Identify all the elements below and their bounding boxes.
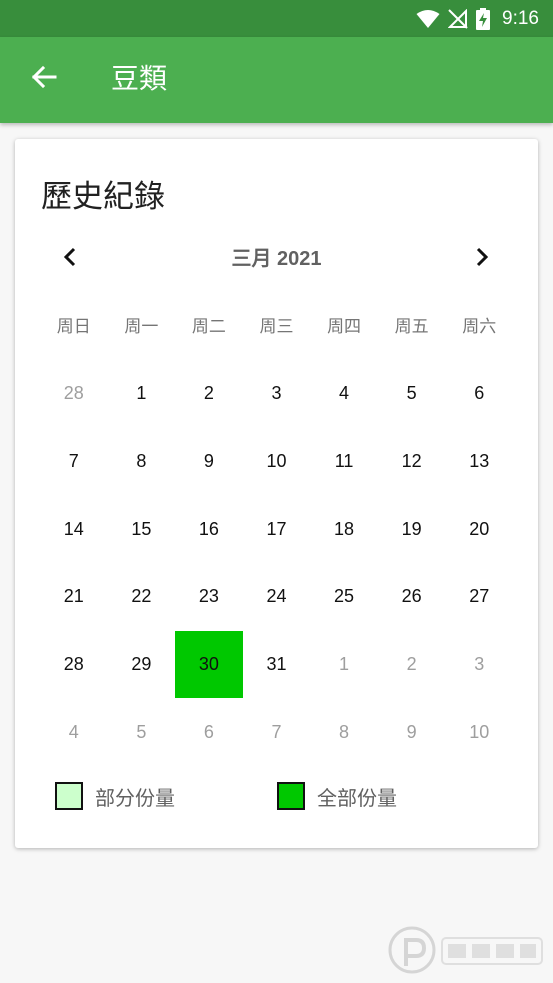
app-bar: 豆類 — [0, 37, 553, 123]
calendar-day[interactable]: 21 — [40, 563, 108, 631]
calendar-day[interactable]: 15 — [108, 495, 176, 563]
calendar-day[interactable]: 28 — [40, 631, 108, 699]
calendar-day-other-month[interactable]: 2 — [378, 631, 446, 699]
calendar-day[interactable]: 14 — [40, 495, 108, 563]
weekday-label: 周三 — [259, 317, 294, 337]
calendar-day-other-month[interactable]: 28 — [40, 360, 108, 428]
chevron-right-icon — [475, 246, 489, 272]
battery-charging-icon — [476, 7, 491, 30]
legend-swatch-full — [277, 782, 305, 810]
weekday-header: 周日 周一 周二 周三 周四 周五 周六 — [40, 312, 513, 342]
calendar-day[interactable]: 23 — [175, 563, 243, 631]
calendar-day[interactable]: 22 — [108, 563, 176, 631]
calendar-day[interactable]: 26 — [378, 563, 446, 631]
calendar-day-other-month[interactable]: 9 — [378, 698, 446, 766]
calendar-grid: 28 1 2 3 4 5 6 7 8 9 10 11 12 13 14 15 16 17 18 19 20 21 22 23 2… — [40, 360, 513, 766]
calendar-day[interactable]: 10 — [243, 428, 311, 496]
no-signal-icon — [448, 8, 468, 29]
legend-full: 全部份量 — [277, 780, 397, 812]
calendar-day[interactable]: 7 — [40, 428, 108, 496]
status-time: 9:16 — [502, 7, 539, 29]
watermark-logo — [388, 920, 548, 980]
calendar-day[interactable]: 17 — [243, 495, 311, 563]
calendar-day[interactable]: 5 — [378, 360, 446, 428]
calendar-day[interactable]: 19 — [378, 495, 446, 563]
weekday-label: 周四 — [327, 317, 362, 337]
calendar-day[interactable]: 29 — [108, 631, 176, 699]
calendar-day[interactable]: 3 — [243, 360, 311, 428]
calendar-day[interactable]: 18 — [310, 495, 378, 563]
weekday-label: 周一 — [124, 317, 159, 337]
calendar-day[interactable]: 24 — [243, 563, 311, 631]
legend-label: 部分份量 — [95, 785, 175, 810]
calendar-day-other-month[interactable]: 5 — [108, 698, 176, 766]
calendar-day[interactable]: 11 — [310, 428, 378, 496]
calendar-day[interactable]: 30 — [175, 630, 243, 699]
calendar-day[interactable]: 9 — [175, 428, 243, 496]
calendar-day[interactable]: 2 — [175, 360, 243, 428]
card-title: 歷史紀錄 — [41, 179, 165, 215]
page-title: 豆類 — [111, 62, 168, 95]
calendar-day-other-month[interactable]: 6 — [175, 698, 243, 766]
calendar-day-other-month[interactable]: 4 — [40, 698, 108, 766]
calendar-day[interactable]: 6 — [445, 360, 513, 428]
calendar-day-other-month[interactable]: 8 — [310, 698, 378, 766]
next-month-button[interactable] — [467, 244, 497, 274]
calendar-day[interactable]: 8 — [108, 428, 176, 496]
calendar-day[interactable]: 1 — [108, 360, 176, 428]
weekday-label: 周日 — [56, 317, 91, 337]
calendar-day[interactable]: 4 — [310, 360, 378, 428]
calendar-day[interactable]: 16 — [175, 495, 243, 563]
history-card: 歷史紀錄 三月 2021 周日 周一 周二 周三 周四 周五 周六 28 1 2 3 4… — [15, 139, 538, 848]
calendar-day-other-month[interactable]: 3 — [445, 631, 513, 699]
calendar-day[interactable]: 25 — [310, 563, 378, 631]
wifi-icon — [416, 9, 440, 29]
calendar-day[interactable]: 31 — [243, 631, 311, 699]
calendar-day-other-month[interactable]: 7 — [243, 698, 311, 766]
legend-partial: 部分份量 — [55, 780, 175, 812]
legend-label: 全部份量 — [317, 785, 397, 810]
calendar-day-other-month[interactable]: 10 — [445, 698, 513, 766]
back-button[interactable] — [26, 61, 62, 97]
calendar-day[interactable]: 12 — [378, 428, 446, 496]
calendar-day-other-month[interactable]: 1 — [310, 631, 378, 699]
month-label: 三月 2021 — [231, 248, 322, 270]
arrow-left-icon — [31, 65, 57, 92]
status-bar: 9:16 — [0, 0, 553, 37]
weekday-label: 周五 — [394, 317, 429, 337]
calendar-day[interactable]: 13 — [445, 428, 513, 496]
weekday-label: 周二 — [191, 317, 226, 337]
calendar-day[interactable]: 27 — [445, 563, 513, 631]
legend-swatch-partial — [55, 782, 83, 810]
weekday-label: 周六 — [462, 317, 497, 337]
calendar-day[interactable]: 20 — [445, 495, 513, 563]
